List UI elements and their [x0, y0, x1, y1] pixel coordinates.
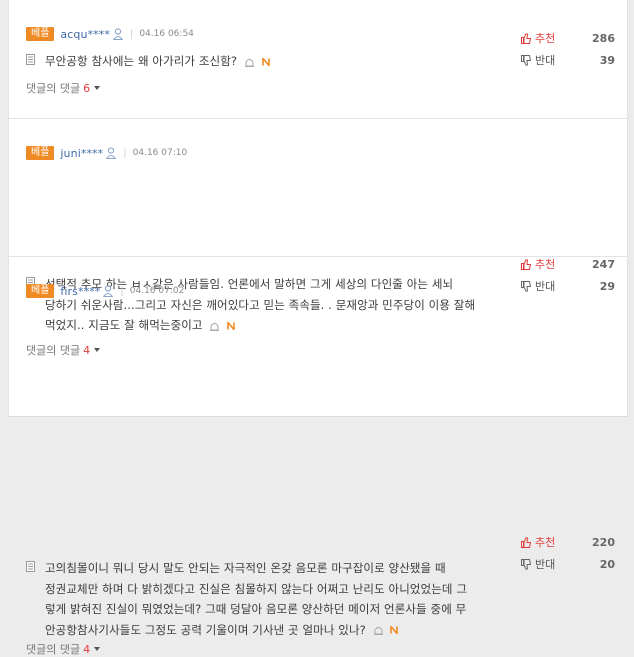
- comment-text-line: 정권교체만 하며 다 밝히겠다고 진실은 침몰하지 않는다 어쩌고 난리도 아니…: [45, 581, 468, 596]
- replies-label: 댓글의 댓글: [26, 82, 81, 95]
- replies-label: 댓글의 댓글: [26, 643, 81, 656]
- replies-count: 6: [83, 81, 91, 95]
- upvote-button[interactable]: 추천 286: [521, 27, 615, 49]
- new-badge-icon: [261, 57, 270, 66]
- comment-text: 무안공항 참사에는 왜 아가리가 조신함?: [45, 51, 506, 72]
- thumbs-down-icon: [521, 54, 531, 66]
- comment-date: 04.16 07:02: [129, 286, 185, 296]
- user-icon: [106, 147, 117, 159]
- comment-header: 베플 juni**** | 04.16 07:10: [26, 145, 187, 161]
- downvote-label: 반대: [535, 558, 556, 571]
- report-icon[interactable]: [373, 625, 384, 635]
- header-divider: |: [120, 285, 124, 297]
- document-icon: [26, 54, 35, 65]
- downvote-label: 반대: [535, 54, 556, 67]
- comment-body: 고의침몰이니 뭐니 당시 말도 안되는 자극적인 온갖 음모론 마구잡이로 양산…: [26, 558, 506, 640]
- vote-panel: 추천 220 반대 20: [521, 531, 615, 575]
- comment-text-line: 고의침몰이니 뭐니 당시 말도 안되는 자극적인 온갖 음모론 마구잡이로 양산…: [45, 561, 446, 575]
- comment-item: 베플 firs**** | 04.16 07:02 고의침몰이니 뭐니 당시 말…: [9, 257, 627, 656]
- comment-username[interactable]: juni****: [60, 147, 103, 160]
- header-divider: |: [129, 28, 134, 40]
- comment-username[interactable]: acqu****: [60, 28, 110, 41]
- best-comment-badge: 베플: [26, 284, 55, 298]
- thumbs-down-icon: [521, 558, 531, 570]
- comment-header: 베플 acqu**** | 04.16 06:54: [26, 26, 194, 42]
- downvote-button[interactable]: 반대 39: [521, 49, 615, 71]
- upvote-label: 추천: [535, 536, 556, 549]
- comment-date: 04.16 07:10: [132, 148, 188, 158]
- comment-date: 04.16 06:54: [139, 29, 194, 39]
- comment-header: 베플 firs**** | 04.16 07:02: [26, 283, 184, 299]
- user-icon: [112, 28, 123, 40]
- best-comment-badge: 베플: [26, 146, 55, 160]
- caret-down-icon: [94, 86, 101, 90]
- replies-toggle[interactable]: 댓글의 댓글 4: [26, 641, 101, 657]
- replies-toggle[interactable]: 댓글의 댓글 6: [26, 80, 101, 96]
- downvote-count: 20: [599, 557, 615, 571]
- comment-username[interactable]: firs****: [60, 285, 100, 298]
- comment-item: 베플 acqu**** | 04.16 06:54 무안공항 참사에는 왜 아가…: [9, 0, 627, 119]
- user-icon: [103, 285, 114, 297]
- thumbs-up-icon: [521, 536, 531, 548]
- comment-body: 무안공항 참사에는 왜 아가리가 조신함?: [26, 51, 506, 72]
- vote-panel: 추천 286 반대 39: [521, 27, 615, 71]
- comment-text-line: 무안공항 참사에는 왜 아가리가 조신함?: [45, 54, 238, 68]
- new-badge-icon: [390, 626, 399, 634]
- document-icon: [26, 561, 35, 572]
- comment-list: 베플 acqu**** | 04.16 06:54 무안공항 참사에는 왜 아가…: [8, 0, 628, 656]
- report-icon[interactable]: [244, 57, 255, 67]
- downvote-count: 39: [599, 53, 615, 67]
- caret-down-icon: [94, 647, 101, 651]
- comment-text-line: 렇게 밝혀진 진실이 뭐였었는데? 그때 덩달아 음모론 양산하던 메이저 언론…: [45, 602, 467, 616]
- comment-text: 고의침몰이니 뭐니 당시 말도 안되는 자극적인 온갖 음모론 마구잡이로 양산…: [45, 558, 506, 640]
- upvote-button[interactable]: 추천 220: [521, 531, 615, 553]
- upvote-count: 286: [592, 31, 615, 45]
- thumbs-up-icon: [521, 32, 531, 44]
- comment-item: 베플 juni**** | 04.16 07:10 선택적 추모 하는 ㅂㅅ같은…: [9, 119, 627, 357]
- header-divider: |: [123, 147, 127, 159]
- best-comment-badge: 베플: [26, 27, 55, 41]
- downvote-button[interactable]: 반대 20: [521, 553, 615, 575]
- upvote-label: 추천: [535, 32, 556, 45]
- replies-count: 4: [83, 642, 91, 656]
- upvote-count: 220: [592, 535, 615, 549]
- comment-text-line: 안공항참사기사들도 그정도 공력 기울이며 기사낸 곳 얼마나 있나?: [45, 622, 366, 637]
